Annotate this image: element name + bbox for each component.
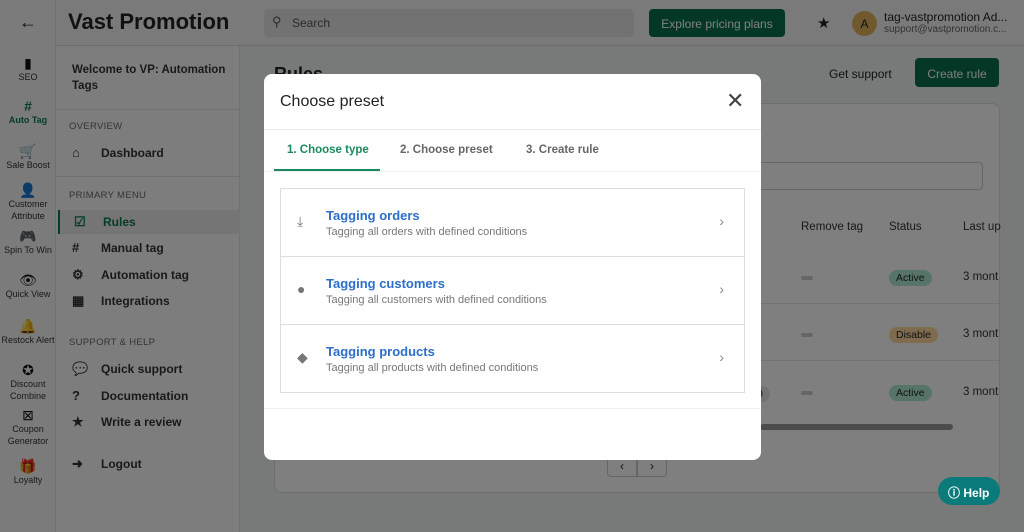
modal-footer-divider — [264, 408, 761, 409]
option-title: Tagging orders — [326, 208, 420, 223]
help-button[interactable]: ⓘ Help — [938, 477, 1000, 505]
inbox-download-icon: ⤓ — [297, 213, 304, 229]
tab-choose-preset[interactable]: 2. Choose preset — [400, 144, 493, 156]
chevron-right-icon: › — [719, 349, 724, 365]
person-icon: ● — [297, 281, 306, 297]
tag-icon: ◆ — [297, 349, 308, 365]
chevron-right-icon: › — [719, 281, 724, 297]
option-tagging-products[interactable]: ◆ Tagging products Tagging all products wi… — [280, 324, 745, 393]
option-description: Tagging all orders with defined conditio… — [326, 226, 528, 238]
tab-create-rule[interactable]: 3. Create rule — [526, 144, 599, 156]
modal-title: Choose preset — [280, 93, 385, 110]
option-title: Tagging products — [326, 344, 435, 359]
option-tagging-customers[interactable]: ● Tagging customers Tagging all customers … — [280, 256, 745, 325]
help-icon: ⓘ — [948, 486, 961, 500]
step-tabs: 1. Choose type 2. Choose preset 3. Creat… — [264, 129, 761, 172]
option-tagging-orders[interactable]: ⤓ Tagging orders Tagging all orders with d… — [280, 188, 745, 257]
option-description: Tagging all products with defined condit… — [326, 362, 539, 374]
option-description: Tagging all customers with defined condi… — [326, 294, 547, 306]
option-title: Tagging customers — [326, 276, 445, 291]
close-icon[interactable]: ✕ — [726, 88, 744, 114]
chevron-right-icon: › — [719, 213, 724, 229]
active-tab-indicator — [274, 169, 380, 171]
tab-choose-type[interactable]: 1. Choose type — [287, 144, 369, 156]
help-label: Help — [963, 486, 990, 500]
choose-preset-modal: Choose preset ✕ 1. Choose type 2. Choose… — [264, 74, 761, 460]
